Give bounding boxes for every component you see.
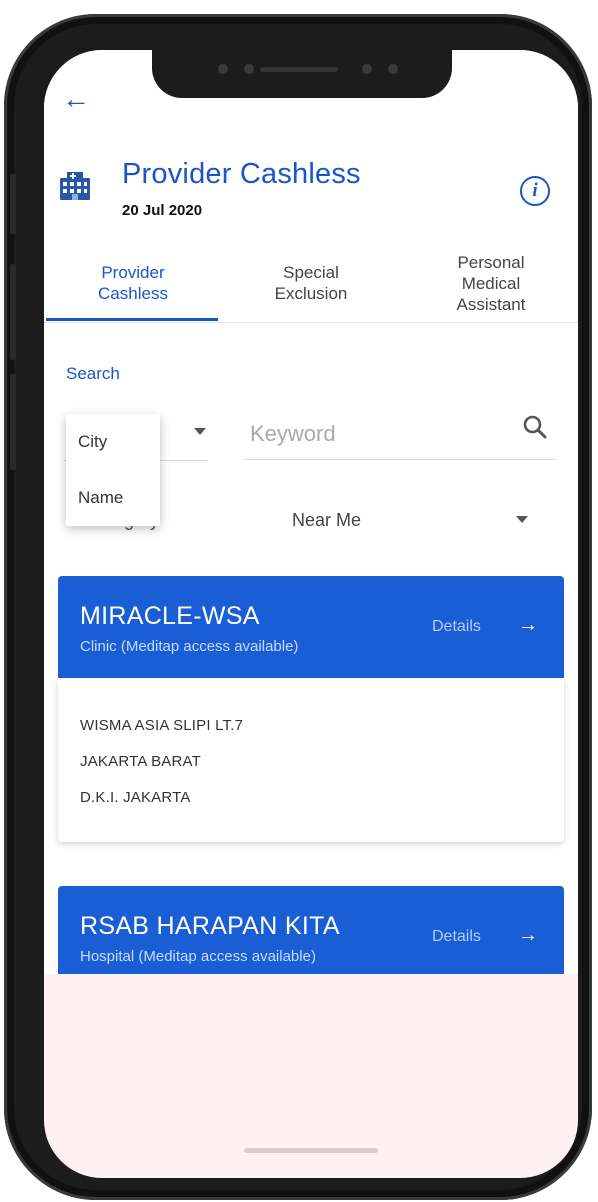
arrow-right-icon[interactable]: →: [518, 614, 538, 637]
page-date: 20 Jul 2020: [122, 202, 203, 219]
phone-notch: [152, 50, 452, 98]
provider-type: Hospital (Meditap access available): [80, 948, 316, 965]
info-icon[interactable]: i: [520, 176, 550, 206]
page-title: Provider Cashless: [122, 158, 361, 190]
provider-card-header[interactable]: RSAB HARAPAN KITA Hospital (Meditap acce…: [58, 886, 564, 974]
chevron-down-icon: [516, 516, 528, 523]
address-line: WISMA ASIA SLIPI LT.7: [80, 717, 244, 734]
mute-switch: [10, 174, 16, 234]
provider-name: MIRACLE-WSA: [80, 602, 260, 630]
tab-bar: Provider Cashless Special Exclusion Pers…: [44, 246, 578, 323]
filter-dropdown-menu: City Name: [66, 414, 160, 526]
provider-type: Clinic (Meditap access available): [80, 638, 299, 655]
tab-provider-cashless[interactable]: Provider Cashless: [48, 246, 218, 320]
tab-personal-medical-assistant[interactable]: Personal Medical Assistant: [406, 246, 576, 320]
provider-card-header[interactable]: MIRACLE-WSA Clinic (Meditap access avail…: [58, 576, 564, 678]
phone-frame: ← Provider Cashless 20 Jul 2020 i Provid…: [4, 14, 592, 1200]
provider-card: RSAB HARAPAN KITA Hospital (Meditap acce…: [58, 886, 564, 974]
tab-special-exclusion[interactable]: Special Exclusion: [226, 246, 396, 320]
sensor-dot: [244, 64, 254, 74]
category-value: Near Me: [292, 510, 362, 530]
app-content: ← Provider Cashless 20 Jul 2020 i Provid…: [44, 50, 578, 974]
provider-address: WISMA ASIA SLIPI LT.7 JAKARTA BARAT D.K.…: [58, 678, 564, 842]
volume-down-button: [10, 374, 16, 470]
chevron-down-icon: [194, 428, 206, 435]
details-link[interactable]: Details: [432, 928, 481, 946]
provider-card: MIRACLE-WSA Clinic (Meditap access avail…: [58, 576, 564, 842]
camera-dot: [218, 64, 228, 74]
address-line: D.K.I. JAKARTA: [80, 789, 191, 806]
provider-name: RSAB HARAPAN KITA: [80, 912, 340, 940]
search-icon[interactable]: [522, 414, 548, 440]
hospital-building-icon: [60, 172, 90, 200]
arrow-right-icon[interactable]: →: [518, 924, 538, 947]
phone-screen: ← Provider Cashless 20 Jul 2020 i Provid…: [44, 50, 578, 1178]
active-tab-indicator: [46, 318, 218, 321]
search-label: Search: [66, 364, 120, 383]
volume-up-button: [10, 264, 16, 360]
sensor-dot: [388, 64, 398, 74]
speaker-grille: [260, 67, 338, 72]
address-line: JAKARTA BARAT: [80, 753, 201, 770]
dropdown-option-name[interactable]: Name: [66, 470, 160, 526]
home-indicator: [244, 1148, 378, 1153]
dropdown-option-city[interactable]: City: [66, 414, 160, 470]
back-arrow-icon[interactable]: ←: [62, 85, 92, 113]
details-link[interactable]: Details: [432, 618, 481, 636]
camera-dot: [362, 64, 372, 74]
keyword-input[interactable]: [244, 408, 556, 460]
